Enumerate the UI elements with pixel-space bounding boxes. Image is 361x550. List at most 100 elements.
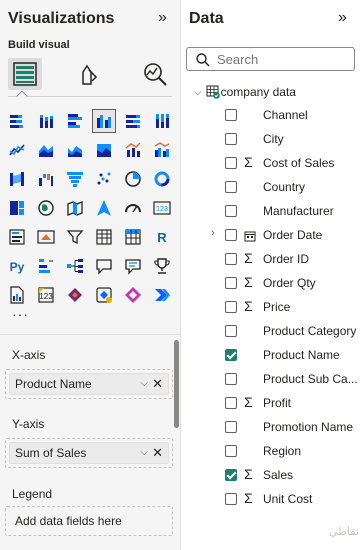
- waterfall-chart-icon[interactable]: [35, 168, 57, 190]
- field-row[interactable]: › Order Date: [182, 225, 361, 245]
- chevron-down-icon[interactable]: ⌵: [194, 87, 202, 98]
- card-icon[interactable]: 123: [151, 197, 173, 219]
- area-chart-icon[interactable]: [35, 139, 57, 161]
- ribbon-chart-icon[interactable]: [6, 168, 28, 190]
- table-icon[interactable]: [93, 226, 115, 248]
- clustered-column-chart-icon[interactable]: [92, 109, 116, 133]
- field-checkbox[interactable]: [225, 277, 237, 289]
- clustered-bar-chart-icon[interactable]: [64, 110, 86, 132]
- field-row[interactable]: Σ Order Qty: [182, 273, 361, 293]
- remove-field-icon[interactable]: ✕: [152, 443, 163, 463]
- svg-text:123: 123: [39, 292, 53, 301]
- field-row[interactable]: Promotion Name: [182, 417, 361, 437]
- matrix-icon[interactable]: [122, 226, 144, 248]
- line-and-clustered-column-chart-icon[interactable]: [151, 139, 173, 161]
- qa-visual-icon[interactable]: [93, 255, 115, 277]
- multi-row-card-icon[interactable]: [6, 226, 28, 248]
- python-visual-icon[interactable]: Py: [6, 255, 28, 277]
- field-row[interactable]: Σ Cost of Sales: [182, 153, 361, 173]
- search-input[interactable]: [217, 50, 347, 68]
- field-checkbox[interactable]: [225, 445, 237, 457]
- stacked-bar-chart-icon[interactable]: [6, 110, 28, 132]
- power-automate-icon[interactable]: [93, 284, 115, 306]
- field-row[interactable]: Product Name: [182, 345, 361, 365]
- field-name: City: [263, 132, 284, 146]
- field-checkbox[interactable]: [225, 109, 237, 121]
- line-and-stacked-column-chart-icon[interactable]: [122, 139, 144, 161]
- 100-stacked-area-chart-icon[interactable]: [93, 139, 115, 161]
- decomposition-tree-icon[interactable]: [64, 255, 86, 277]
- donut-chart-icon[interactable]: [151, 168, 173, 190]
- y-axis-field-pill[interactable]: Sum of Sales ⌵ ✕: [9, 442, 169, 464]
- 100-stacked-column-chart-icon[interactable]: [151, 110, 173, 132]
- power-apps-icon[interactable]: [64, 284, 86, 306]
- analytics-icon[interactable]: [138, 58, 172, 90]
- legend-label: Legend: [12, 487, 53, 501]
- field-row[interactable]: Product Sub Ca...: [182, 369, 361, 389]
- field-checkbox[interactable]: [225, 397, 237, 409]
- build-visual-icon[interactable]: [8, 58, 42, 90]
- field-checkbox[interactable]: [225, 301, 237, 313]
- legend-well[interactable]: Add data fields here: [5, 506, 173, 536]
- field-checkbox[interactable]: [225, 229, 237, 241]
- scatter-chart-icon[interactable]: [93, 168, 115, 190]
- chevron-right-icon[interactable]: ›: [211, 227, 215, 239]
- field-row[interactable]: Manufacturer: [182, 201, 361, 221]
- field-row[interactable]: Country: [182, 177, 361, 197]
- field-checkbox[interactable]: [225, 349, 237, 361]
- field-row[interactable]: City: [182, 129, 361, 149]
- search-box[interactable]: [186, 47, 355, 71]
- funnel-chart-icon[interactable]: [64, 168, 86, 190]
- filled-map-icon[interactable]: [64, 197, 86, 219]
- field-row[interactable]: Σ Unit Cost: [182, 489, 361, 509]
- collapse-visualizations-icon[interactable]: »: [158, 9, 167, 27]
- azure-map-icon[interactable]: [93, 197, 115, 219]
- field-checkbox[interactable]: [225, 325, 237, 337]
- r-script-visual-icon[interactable]: R: [151, 226, 173, 248]
- field-row[interactable]: Σ Sales: [182, 465, 361, 485]
- field-row[interactable]: Region: [182, 441, 361, 461]
- smart-narrative-icon[interactable]: [122, 255, 144, 277]
- field-checkbox[interactable]: [225, 493, 237, 505]
- map-icon[interactable]: [35, 197, 57, 219]
- field-row[interactable]: Product Category: [182, 321, 361, 341]
- slicer-icon[interactable]: [64, 226, 86, 248]
- remove-field-icon[interactable]: ✕: [152, 374, 163, 394]
- metrics-icon[interactable]: 123: [35, 284, 57, 306]
- gauge-icon[interactable]: [122, 197, 144, 219]
- stacked-column-chart-icon[interactable]: [35, 110, 57, 132]
- field-checkbox[interactable]: [225, 157, 237, 169]
- field-row[interactable]: Channel: [182, 105, 361, 125]
- sigma-icon: Σ: [244, 250, 253, 266]
- field-checkbox[interactable]: [225, 421, 237, 433]
- power-apps-visual-icon[interactable]: [122, 284, 144, 306]
- treemap-icon[interactable]: [6, 197, 28, 219]
- scrollbar[interactable]: [174, 340, 179, 428]
- field-checkbox[interactable]: [225, 181, 237, 193]
- field-row[interactable]: Σ Profit: [182, 393, 361, 413]
- field-checkbox[interactable]: [225, 133, 237, 145]
- field-row[interactable]: Σ Price: [182, 297, 361, 317]
- stacked-area-chart-icon[interactable]: [64, 139, 86, 161]
- chevron-down-icon[interactable]: ⌵: [140, 443, 148, 463]
- pie-chart-icon[interactable]: [122, 168, 144, 190]
- trophy-icon[interactable]: [151, 255, 173, 277]
- paginated-report-icon[interactable]: [6, 284, 28, 306]
- field-checkbox[interactable]: [225, 205, 237, 217]
- 100-stacked-bar-chart-icon[interactable]: [122, 110, 144, 132]
- field-checkbox[interactable]: [225, 373, 237, 385]
- kpi-icon[interactable]: [35, 226, 57, 248]
- chevron-down-icon[interactable]: ⌵: [140, 374, 148, 394]
- x-axis-field-pill[interactable]: Product Name ⌵ ✕: [9, 373, 169, 395]
- format-visual-icon[interactable]: [72, 58, 106, 90]
- more-visuals-icon[interactable]: ···: [12, 306, 29, 322]
- field-row[interactable]: Σ Order ID: [182, 249, 361, 269]
- field-checkbox[interactable]: [225, 469, 237, 481]
- key-influencers-icon[interactable]: [35, 255, 57, 277]
- collapse-data-icon[interactable]: »: [338, 9, 347, 27]
- table-company-data[interactable]: ⌵ company data: [194, 83, 296, 101]
- field-checkbox[interactable]: [225, 253, 237, 265]
- power-automate-flow-icon[interactable]: [151, 284, 173, 306]
- data-title: Data: [189, 10, 224, 27]
- line-chart-icon[interactable]: [6, 139, 28, 161]
